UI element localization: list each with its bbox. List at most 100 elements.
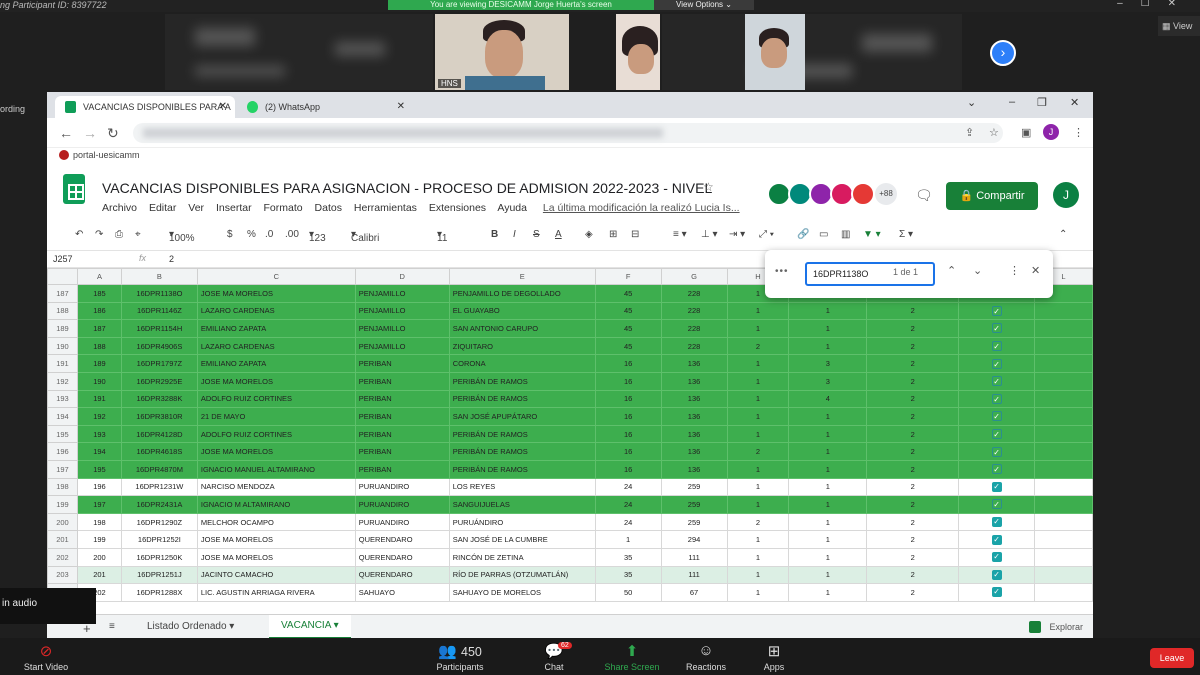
participant-tile[interactable] (165, 14, 433, 90)
participant-tile[interactable] (662, 14, 962, 90)
cell[interactable]: 1 (726, 319, 790, 338)
cell[interactable]: ZIQUITARO (448, 336, 596, 356)
cell[interactable]: PERIBÁN DE RAMOS (448, 459, 596, 479)
close-tab-icon[interactable]: ✕ (219, 101, 227, 112)
cell[interactable]: 24 (594, 495, 662, 514)
share-button[interactable]: 🔒 Compartir (946, 182, 1038, 210)
cell[interactable]: 16DPR1146Z (120, 301, 198, 321)
row-number[interactable]: 190 (47, 336, 78, 356)
cell[interactable]: 199 (76, 530, 122, 549)
cell[interactable]: CORONA (448, 354, 596, 373)
checkbox-cell[interactable]: ✓ (958, 424, 1036, 444)
cell[interactable]: 2 (866, 547, 960, 567)
cell[interactable]: JOSE MA MORELOS (196, 530, 356, 549)
close-window-icon[interactable]: ✕ (1070, 96, 1079, 109)
cell[interactable]: 16DPR3810R (120, 407, 198, 426)
checkbox-cell[interactable]: ✓ (958, 407, 1036, 426)
cell[interactable]: 1 (788, 459, 868, 479)
cell[interactable]: SAHUAYO (354, 583, 450, 602)
cell[interactable]: 136 (660, 354, 728, 373)
cell[interactable]: 136 (660, 424, 728, 444)
insert-chart-icon[interactable]: ▥ (841, 229, 850, 240)
cell[interactable] (1034, 319, 1093, 338)
forward-icon[interactable]: → (83, 125, 97, 141)
checkbox-cell[interactable]: ✓ (958, 477, 1036, 497)
row-number[interactable]: 197 (47, 459, 78, 479)
cell[interactable]: SAN JOSÉ DE LA CUMBRE (448, 530, 596, 549)
cell[interactable]: 111 (660, 547, 728, 567)
currency-button[interactable]: $ (227, 229, 233, 240)
cell[interactable]: 201 (76, 565, 122, 585)
cell[interactable]: 189 (76, 354, 122, 373)
menu-herramientas[interactable]: Herramientas (354, 202, 417, 214)
redo-icon[interactable]: ↷ (95, 229, 103, 240)
cell[interactable]: PENJAMILLO DE DEGOLLADO (448, 284, 596, 303)
menu-insertar[interactable]: Insertar (216, 202, 252, 214)
cell[interactable]: SAN JOSÉ APUPÁTARO (448, 407, 596, 426)
row-number[interactable]: 201 (47, 530, 78, 549)
cell[interactable]: 190 (76, 371, 122, 391)
checkbox-icon[interactable]: ✓ (991, 481, 1002, 492)
cell[interactable]: 1 (788, 407, 868, 426)
row-number[interactable]: 203 (47, 565, 78, 585)
checkbox-cell[interactable]: ✓ (958, 512, 1036, 532)
cell[interactable]: 1 (726, 565, 790, 585)
cell[interactable]: 24 (594, 512, 662, 532)
row-number[interactable]: 188 (47, 301, 78, 321)
checkbox-cell[interactable]: ✓ (958, 565, 1036, 585)
close-find-icon[interactable]: ✕ (1031, 264, 1040, 277)
cell[interactable]: 1 (788, 530, 868, 549)
cell[interactable]: ADOLFO RUIZ CORTINES (196, 424, 356, 444)
cell[interactable]: 4 (788, 389, 868, 409)
cell[interactable]: 2 (866, 389, 960, 409)
checkbox-cell[interactable]: ✓ (958, 301, 1036, 321)
row-number[interactable]: 196 (47, 442, 78, 461)
side-panel-icon[interactable]: ▣ (1021, 126, 1031, 139)
cell[interactable]: PURUANDIRO (354, 512, 450, 532)
cell[interactable]: MELCHOR OCAMPO (196, 512, 356, 532)
cell[interactable]: 1 (788, 495, 868, 514)
cell[interactable]: PERIBAN (354, 354, 450, 373)
checkbox-cell[interactable]: ✓ (958, 371, 1036, 391)
cell[interactable]: 16 (594, 354, 662, 373)
cell[interactable]: 2 (866, 424, 960, 444)
filter-icon[interactable]: ▼ ▾ (863, 229, 881, 240)
cell[interactable]: PENJAMILLO (354, 319, 450, 338)
checkbox-icon[interactable]: ✓ (991, 341, 1002, 352)
row-number[interactable]: 202 (47, 547, 78, 567)
bookmark-portal[interactable]: portal-uesicamm (73, 150, 140, 160)
cell[interactable]: 1 (726, 459, 790, 479)
cell[interactable]: 16 (594, 459, 662, 479)
checkbox-cell[interactable]: ✓ (958, 547, 1036, 567)
row-number[interactable]: 194 (47, 407, 78, 426)
cell[interactable]: 1 (788, 583, 868, 602)
close-tab-icon[interactable]: ✕ (397, 101, 405, 112)
cell[interactable]: LAZARO CARDENAS (196, 301, 356, 321)
tab-whatsapp[interactable]: (2) WhatsApp ✕ (237, 96, 413, 118)
row-number[interactable]: 187 (47, 284, 78, 303)
fill-color-icon[interactable]: ◈ (585, 229, 593, 240)
checkbox-cell[interactable]: ✓ (958, 442, 1036, 461)
cell[interactable] (1034, 442, 1093, 461)
column-header[interactable]: C (196, 268, 356, 285)
cell[interactable] (1034, 407, 1093, 426)
cell[interactable] (1034, 583, 1093, 602)
cell[interactable]: PERIBAN (354, 459, 450, 479)
cell[interactable]: PERIBAN (354, 371, 450, 391)
cell[interactable]: 16DPR4128D (120, 424, 198, 444)
insert-comment-icon[interactable]: ▭ (819, 229, 828, 240)
cell[interactable]: 191 (76, 389, 122, 409)
cell[interactable]: PERIBAN (354, 389, 450, 409)
cell[interactable]: 1 (726, 547, 790, 567)
percent-button[interactable]: % (247, 229, 256, 240)
user-avatar[interactable]: J (1053, 182, 1079, 208)
cell[interactable]: 2 (866, 407, 960, 426)
row-number[interactable]: 192 (47, 371, 78, 391)
checkbox-cell[interactable]: ✓ (958, 319, 1036, 338)
bold-button[interactable]: B (491, 229, 498, 240)
cell[interactable] (1034, 371, 1093, 391)
cell[interactable]: 16DPR2431A (120, 495, 198, 514)
checkbox-icon[interactable]: ✓ (991, 376, 1002, 387)
column-header[interactable]: G (660, 268, 728, 285)
font-size-select[interactable]: 11 ▾ (437, 229, 447, 244)
